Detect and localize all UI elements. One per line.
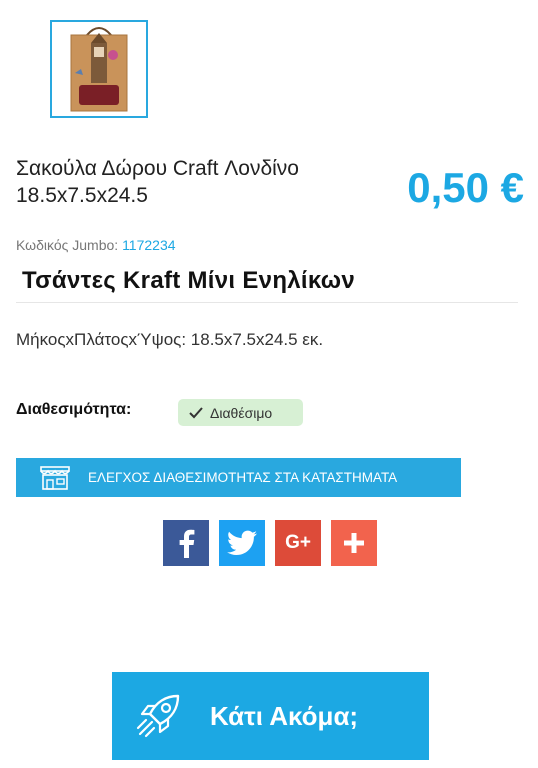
product-dimensions: ΜήκοςxΠλάτοςxΎψος: 18.5x7.5x24.5 εκ. bbox=[16, 330, 324, 349]
product-code-label: Κωδικός Jumbo: bbox=[16, 237, 119, 253]
something-more-label: Κάτι Ακόμα; bbox=[210, 700, 359, 731]
plus-icon bbox=[344, 533, 364, 553]
check-icon bbox=[189, 406, 203, 418]
product-price: 0,50 € bbox=[407, 164, 524, 211]
share-twitter-button[interactable] bbox=[219, 520, 265, 566]
twitter-icon bbox=[227, 530, 257, 555]
share-google-plus-button[interactable]: G+ bbox=[275, 520, 321, 566]
facebook-icon bbox=[179, 529, 195, 558]
store-availability-label: ΕΛΕΓΧΟΣ ΔΙΑΘΕΣΙΜΟΤΗΤΑΣ ΣΤΑ ΚΑΤΑΣΤΗΜΑΤΑ bbox=[88, 470, 398, 485]
product-title: Σακούλα Δώρου Craft Λονδίνο 18.5x7.5x24.… bbox=[16, 157, 299, 207]
google-plus-icon: G+ bbox=[285, 532, 311, 553]
kraft-bag-london-image bbox=[70, 27, 128, 112]
divider bbox=[16, 302, 518, 303]
rocket-icon bbox=[136, 694, 180, 738]
product-thumbnail[interactable] bbox=[50, 20, 148, 118]
something-more-button[interactable]: Κάτι Ακόμα; bbox=[112, 672, 429, 760]
share-more-button[interactable] bbox=[331, 520, 377, 566]
store-availability-button[interactable]: ΕΛΕΓΧΟΣ ΔΙΑΘΕΣΙΜΟΤΗΤΑΣ ΣΤΑ ΚΑΤΑΣΤΗΜΑΤΑ bbox=[16, 458, 461, 497]
availability-label: Διαθεσιμότητα: bbox=[16, 401, 132, 418]
availability-status-text: Διαθέσιμο bbox=[210, 404, 273, 421]
product-code-value: 1172234 bbox=[122, 237, 176, 253]
availability-status-badge: Διαθέσιμο bbox=[178, 399, 303, 426]
product-category-heading: Τσάντες Kraft Μίνι Ενηλίκων bbox=[22, 267, 356, 294]
product-code-row: Κωδικός Jumbo: 1172234 bbox=[16, 237, 176, 253]
storefront-icon bbox=[40, 465, 70, 490]
share-facebook-button[interactable] bbox=[163, 520, 209, 566]
